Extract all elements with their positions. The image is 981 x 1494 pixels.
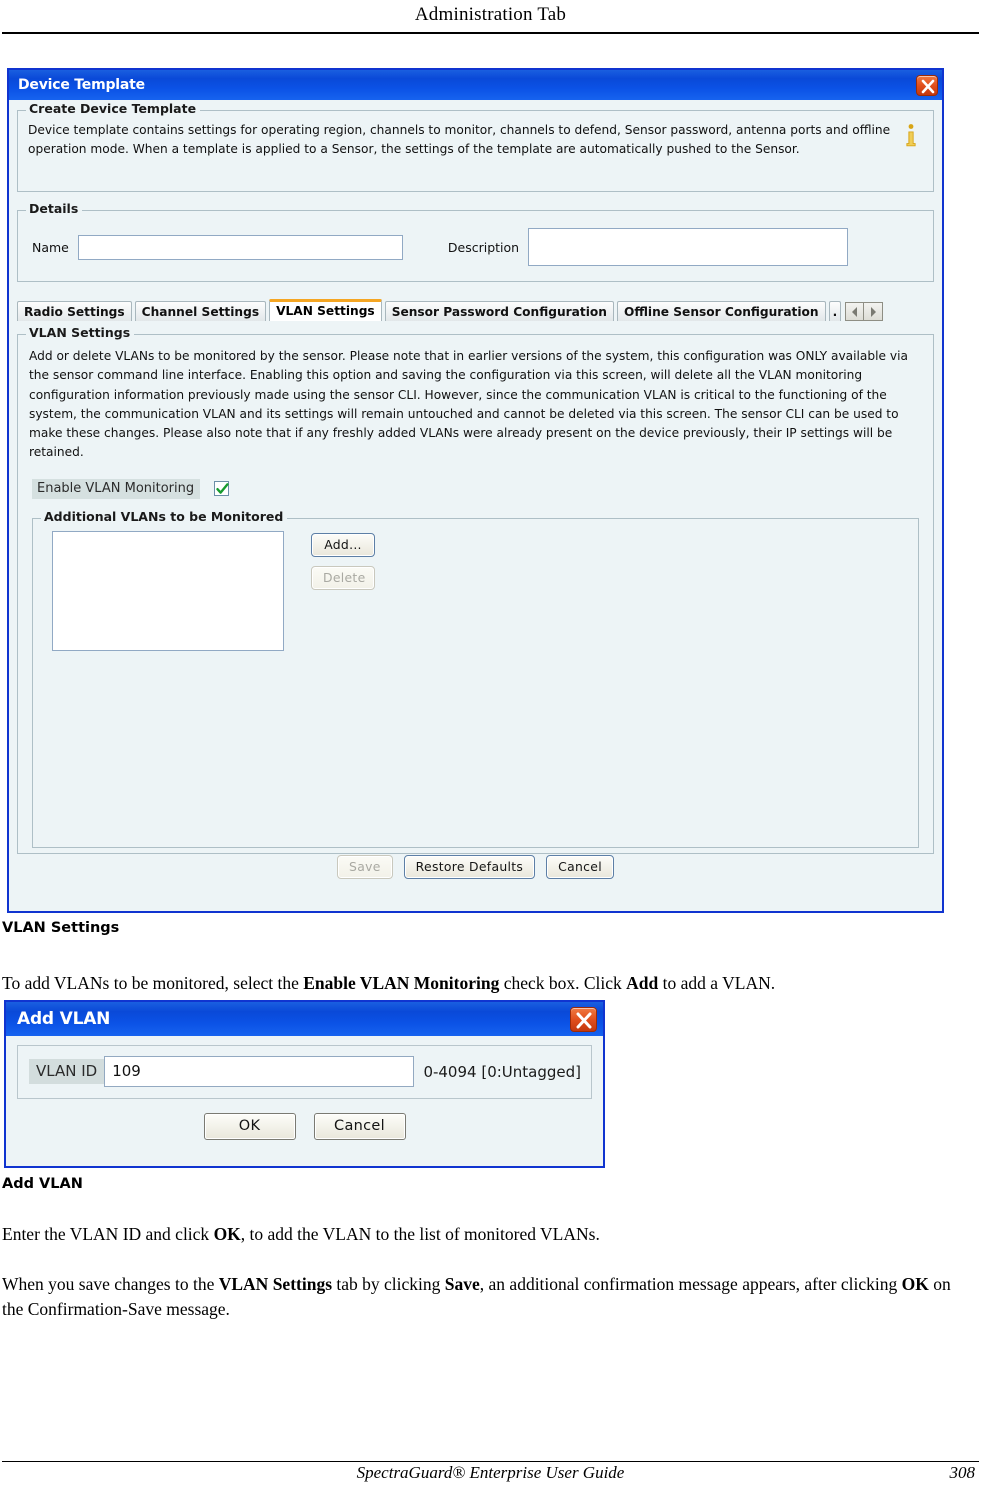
- vlan-settings-description: Add or delete VLANs to be monitored by t…: [29, 349, 908, 460]
- device-template-window: Device Template Create Device Template D…: [7, 68, 944, 913]
- chevron-right-icon[interactable]: [864, 302, 884, 321]
- vlan-list-buttons: Add... Delete: [311, 531, 375, 651]
- template-description-input[interactable]: [528, 228, 849, 266]
- enable-vlan-monitoring-label: Enable VLAN Monitoring: [32, 478, 201, 499]
- tab-scroll-controls: [845, 302, 884, 321]
- para3-part3: , an additional confirmation message app…: [479, 1274, 902, 1294]
- footer-divider: [2, 1461, 979, 1462]
- cancel-button[interactable]: Cancel: [546, 855, 614, 879]
- para3-part1: When you save changes to the: [2, 1274, 219, 1294]
- enable-vlan-monitoring-checkbox[interactable]: [214, 481, 230, 497]
- info-icon: [899, 121, 923, 159]
- add-vlan-cancel-button[interactable]: Cancel: [313, 1113, 406, 1140]
- ok-button[interactable]: OK: [203, 1113, 296, 1140]
- para1-part1: To add VLANs to be monitored, select the: [2, 973, 304, 993]
- para2-part1: Enter the VLAN ID and click: [2, 1224, 214, 1244]
- additional-vlans-group: Additional VLANs to be Monitored Add... …: [32, 508, 919, 848]
- enable-vlan-monitoring-row: Enable VLAN Monitoring: [32, 478, 933, 499]
- para1-bold-add: Add: [626, 973, 659, 993]
- add-vlan-window: Add VLAN VLAN ID 109 0-4094 [0:Untagged]…: [4, 1000, 605, 1168]
- para3-part2: tab by clicking: [332, 1274, 445, 1294]
- device-template-footer-buttons: Save Restore Defaults Cancel: [9, 855, 942, 879]
- tab-offline-sensor-configuration[interactable]: Offline Sensor Configuration: [616, 301, 826, 321]
- add-vlan-footer-buttons: OK Cancel: [17, 1113, 592, 1140]
- vlan-settings-group: VLAN Settings Add or delete VLANs to be …: [17, 325, 934, 854]
- page-title: Administration Tab: [414, 4, 567, 25]
- additional-vlans-legend: Additional VLANs to be Monitored: [41, 508, 288, 524]
- device-template-body: Create Device Template Device template c…: [9, 100, 942, 911]
- paragraph-save-confirmation: When you save changes to the VLAN Settin…: [2, 1272, 970, 1322]
- create-device-template-group: Create Device Template Device template c…: [17, 101, 934, 192]
- vlan-id-label: VLAN ID: [29, 1059, 105, 1084]
- add-vlan-title: Add VLAN: [17, 1009, 111, 1029]
- create-device-template-description: Device template contains settings for op…: [28, 123, 891, 156]
- para2-part2: , to add the VLAN to the list of monitor…: [240, 1224, 600, 1244]
- template-name-input[interactable]: [77, 234, 403, 260]
- template-name-label: Name: [32, 239, 69, 255]
- vlan-settings-legend: VLAN Settings: [26, 325, 135, 340]
- para3-bold-vlan-settings: VLAN Settings: [218, 1274, 333, 1294]
- template-description-label: Description: [447, 239, 520, 255]
- vlan-id-fieldbox: VLAN ID 109 0-4094 [0:Untagged]: [17, 1045, 592, 1099]
- page-header: Administration Tab: [0, 0, 981, 34]
- details-legend: Details: [26, 201, 83, 216]
- add-vlan-body: VLAN ID 109 0-4094 [0:Untagged] OK Cance…: [6, 1036, 603, 1140]
- tab-channel-settings[interactable]: Channel Settings: [134, 301, 267, 321]
- tab-radio-settings[interactable]: Radio Settings: [17, 301, 132, 321]
- device-template-tabbar: Radio Settings Channel Settings VLAN Set…: [17, 299, 934, 321]
- device-template-titlebar: Device Template: [9, 70, 942, 100]
- save-button: Save: [337, 855, 393, 879]
- header-divider: [2, 32, 979, 34]
- chevron-left-icon[interactable]: [845, 302, 865, 321]
- tab-vlan-settings[interactable]: VLAN Settings: [269, 299, 382, 321]
- footer-title: SpectraGuard® Enterprise User Guide: [356, 1463, 625, 1482]
- add-vlan-button[interactable]: Add...: [311, 532, 375, 557]
- close-icon[interactable]: [570, 1006, 597, 1032]
- para1-part3: to add a VLAN.: [658, 973, 776, 993]
- add-vlan-titlebar: Add VLAN: [6, 1002, 603, 1036]
- restore-defaults-button[interactable]: Restore Defaults: [403, 855, 536, 879]
- tab-sensor-password-configuration[interactable]: Sensor Password Configuration: [384, 301, 614, 321]
- vlan-id-range-hint: 0-4094 [0:Untagged]: [423, 1062, 581, 1081]
- footer-page-number: 308: [949, 1463, 976, 1482]
- paragraph-enter-vlan-id: Enter the VLAN ID and click OK, to add t…: [2, 1222, 970, 1247]
- para3-bold-save: Save: [444, 1274, 480, 1294]
- figure-caption-vlan-settings: VLAN Settings: [2, 920, 120, 936]
- paragraph-add-vlans: To add VLANs to be monitored, select the…: [2, 971, 970, 996]
- vlan-list[interactable]: [52, 530, 284, 651]
- para3-bold-ok: OK: [901, 1274, 929, 1294]
- tab-overflow[interactable]: .: [828, 301, 842, 321]
- para2-bold-ok: OK: [213, 1224, 241, 1244]
- para1-part2: check box. Click: [499, 973, 627, 993]
- vlan-id-input[interactable]: 109: [104, 1056, 415, 1087]
- details-group: Details Name Description: [17, 201, 934, 282]
- delete-vlan-button: Delete: [311, 565, 375, 590]
- para1-bold-enable: Enable VLAN Monitoring: [303, 973, 500, 993]
- close-icon[interactable]: [916, 74, 938, 96]
- figure-caption-add-vlan: Add VLAN: [2, 1176, 83, 1192]
- device-template-title: Device Template: [18, 77, 145, 93]
- create-device-template-legend: Create Device Template: [26, 101, 201, 116]
